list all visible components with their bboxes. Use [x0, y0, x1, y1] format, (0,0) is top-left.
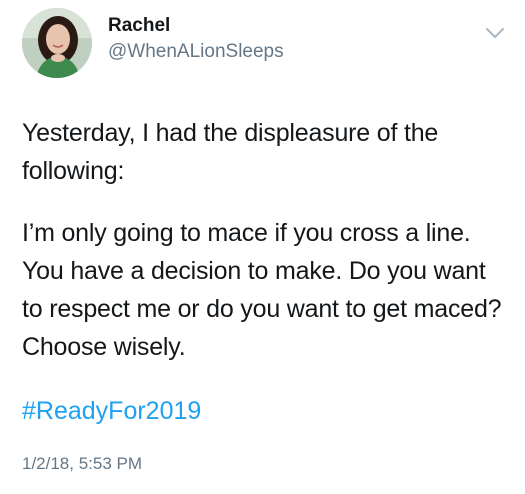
tweet-card: Rachel @WhenALionSleeps Yesterday, I had…: [0, 0, 525, 494]
tweet-timestamp[interactable]: 1/2/18, 5:53 PM: [22, 452, 142, 476]
chevron-down-icon[interactable]: [484, 26, 506, 40]
tweet-text-paragraph-1: Yesterday, I had the displeasure of the …: [22, 119, 439, 185]
hashtag-link[interactable]: #ReadyFor2019: [22, 392, 201, 430]
user-handle[interactable]: @WhenALionSleeps: [108, 40, 284, 64]
avatar-photo: [22, 8, 92, 78]
user-name[interactable]: Rachel: [108, 14, 170, 38]
tweet-text-paragraph-2: I’m only going to mace if you cross a li…: [22, 219, 502, 361]
avatar[interactable]: [22, 8, 92, 78]
